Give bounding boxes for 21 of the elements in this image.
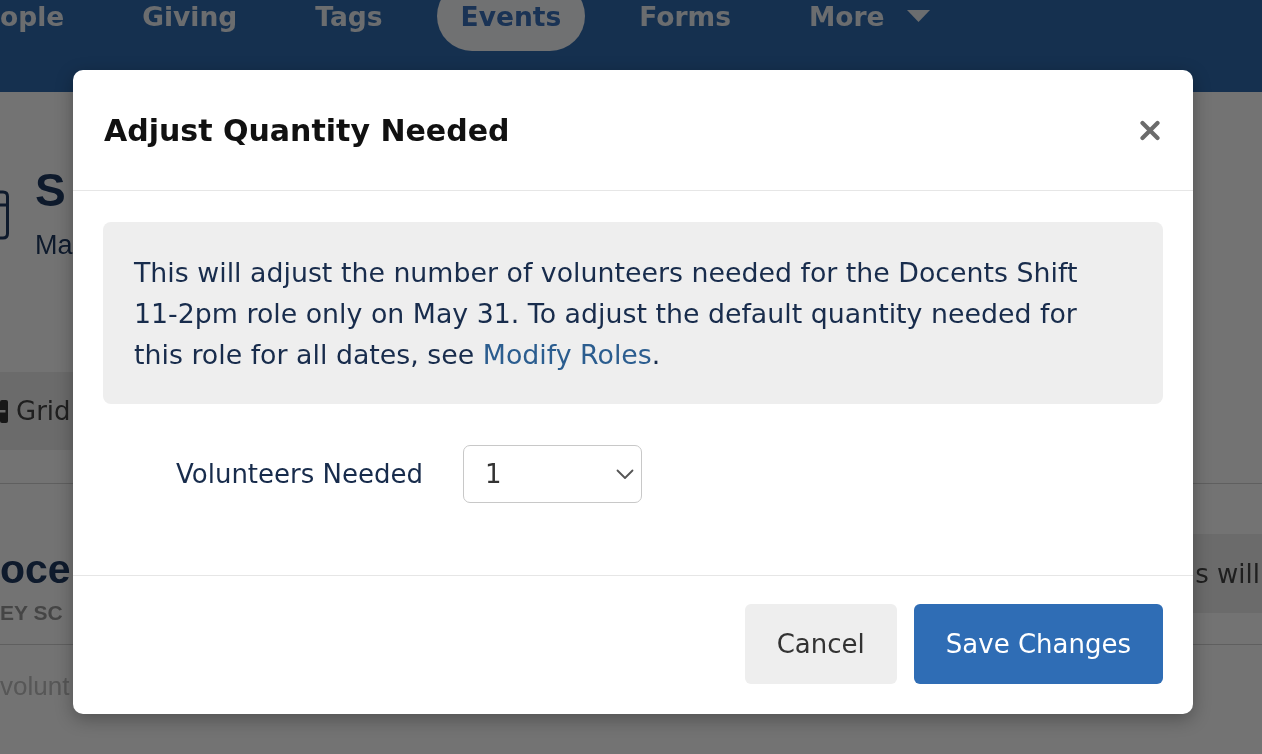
info-notice: This will adjust the number of volunteers needed for the Docents Shift 11-2pm role only on May 31. To adjust the default quantity needed for this role for all dates, see Modify Roles.: [103, 222, 1163, 404]
page-subtitle: Ma: [35, 229, 73, 262]
nav-tab[interactable]: Events: [436, 0, 586, 51]
nav-tab[interactable]: Giving: [118, 0, 262, 51]
nav-tab[interactable]: Tags: [291, 0, 407, 51]
calendar-icon: [0, 190, 9, 240]
save-button[interactable]: Save Changes: [913, 604, 1163, 684]
modify-roles-link[interactable]: Modify Roles: [482, 339, 652, 370]
nav-tab[interactable]: ople: [0, 0, 89, 51]
chevron-down-icon: [616, 468, 634, 480]
page-title: S: [35, 164, 66, 216]
nav-tab[interactable]: More: [784, 0, 954, 51]
dialog-title: Adjust Quantity Needed: [104, 112, 510, 148]
cancel-button[interactable]: Cancel: [744, 604, 897, 684]
close-icon: [1140, 119, 1160, 141]
info-text: s will: [1195, 558, 1260, 589]
nav-tab[interactable]: Forms: [615, 0, 755, 51]
close-button[interactable]: [1140, 119, 1160, 141]
role-title: oce: [0, 545, 71, 593]
field-label: Volunteers Needed: [176, 459, 423, 489]
volunteers-needed-select[interactable]: 1: [463, 445, 642, 503]
